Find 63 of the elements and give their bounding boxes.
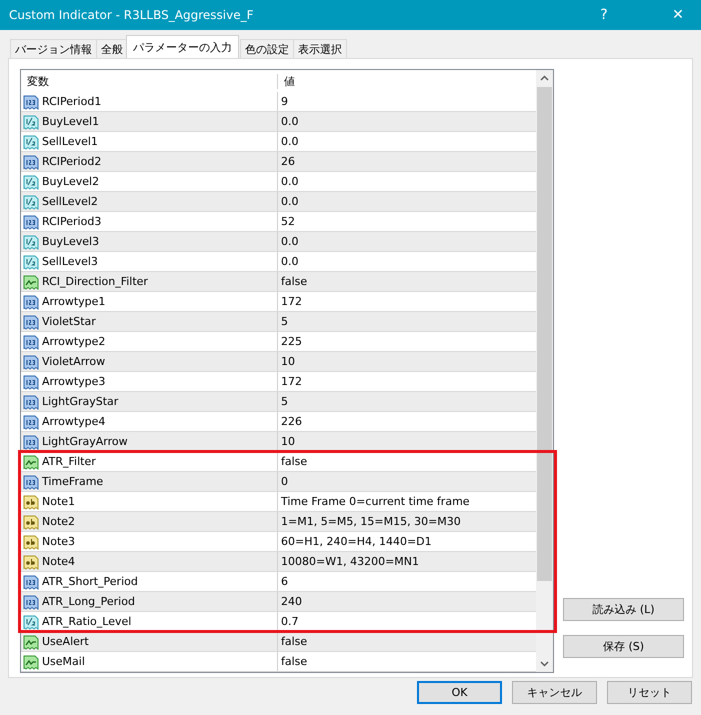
tab[interactable]: パラメーターの入力 — [126, 35, 239, 58]
table-cell-text: 0.7 — [280, 614, 300, 630]
column-header: 値 — [283, 74, 296, 88]
table-cell-text: 172 — [280, 374, 303, 390]
tab[interactable]: バージョン情報 — [10, 39, 97, 58]
dialog-button[interactable]: キャンセル — [512, 681, 597, 704]
table-cell: RCIPeriod3 — [21, 212, 278, 231]
table-cell-text: 6 — [280, 574, 289, 590]
table-cell: RCIPeriod1 — [21, 92, 278, 111]
table-cell: VioletArrow — [21, 352, 278, 371]
table-cell-text: 1=M1, 5=M5, 15=M15, 30=M30 — [280, 514, 462, 530]
table-cell: Arrowtype3 — [21, 372, 278, 391]
table-cell: SellLevel3 — [21, 252, 278, 271]
table-cell-text: false — [280, 454, 308, 470]
table-cell-text: 10 — [280, 354, 296, 370]
scroll-thumb[interactable] — [537, 87, 552, 581]
table-cell-text: false — [280, 654, 308, 670]
table-cell: Arrowtype1 — [21, 292, 278, 311]
table-cell: LightGrayArrow — [21, 432, 278, 451]
side-button[interactable]: 保存 (S) — [563, 635, 684, 658]
column-header: 変数 — [21, 74, 278, 88]
table-cell: UseMail — [21, 652, 278, 671]
table-cell-text: 0.0 — [280, 134, 300, 150]
table-cell-text: 226 — [280, 414, 303, 430]
window-title: Custom Indicator - R3LLBS_Aggressive_F — [8, 8, 254, 22]
table-cell: SellLevel2 — [21, 192, 278, 211]
table-cell-text: 0.0 — [280, 194, 300, 210]
table-cell: UseAlert — [21, 632, 278, 651]
side-button[interactable]: 読み込み (L) — [563, 598, 684, 621]
table-cell: Arrowtype4 — [21, 412, 278, 431]
table-cell-text: 0.0 — [280, 174, 300, 190]
table-cell-text: 10 — [280, 434, 296, 450]
table-cell: Arrowtype2 — [21, 332, 278, 351]
table-cell-text: 60=H1, 240=H4, 1440=D1 — [280, 534, 433, 550]
scrollbar[interactable] — [536, 70, 553, 672]
table-cell-text: 172 — [280, 294, 303, 310]
table-cell-text: 52 — [280, 214, 296, 230]
table-cell: RCI_Direction_Filter — [21, 272, 278, 291]
table-cell: BuyLevel1 — [21, 112, 278, 131]
table-cell: LightGrayStar — [21, 392, 278, 411]
table-cell-text: 0.0 — [280, 254, 300, 270]
tab[interactable]: 表示選択 — [293, 39, 347, 58]
tab[interactable]: 色の設定 — [240, 39, 294, 58]
table-cell: SellLevel1 — [21, 132, 278, 151]
table-cell-text: 10080=W1, 43200=MN1 — [280, 554, 420, 570]
table-cell-text: 0.0 — [280, 234, 300, 250]
table-cell-text: 0 — [280, 474, 289, 490]
table-cell-text: 240 — [280, 594, 303, 610]
dialog-button[interactable]: OK — [417, 681, 502, 704]
table-cell-text: 5 — [280, 394, 289, 410]
table-cell-text: 9 — [280, 94, 289, 110]
table-cell-text: 26 — [280, 154, 296, 170]
table-cell: BuyLevel3 — [21, 232, 278, 251]
table-cell: BuyLevel2 — [21, 172, 278, 191]
dialog-button[interactable]: リセット — [607, 681, 692, 704]
table-cell-text: Time Frame 0=current time frame — [280, 494, 471, 510]
table-cell-text: false — [280, 634, 308, 650]
table-cell-text: 5 — [280, 314, 289, 330]
table-cell: VioletStar — [21, 312, 278, 331]
table-cell-text: 0.0 — [280, 114, 300, 130]
table-cell: RCIPeriod2 — [21, 152, 278, 171]
table-cell-text: 225 — [280, 334, 303, 350]
table-cell-text: false — [280, 274, 308, 290]
